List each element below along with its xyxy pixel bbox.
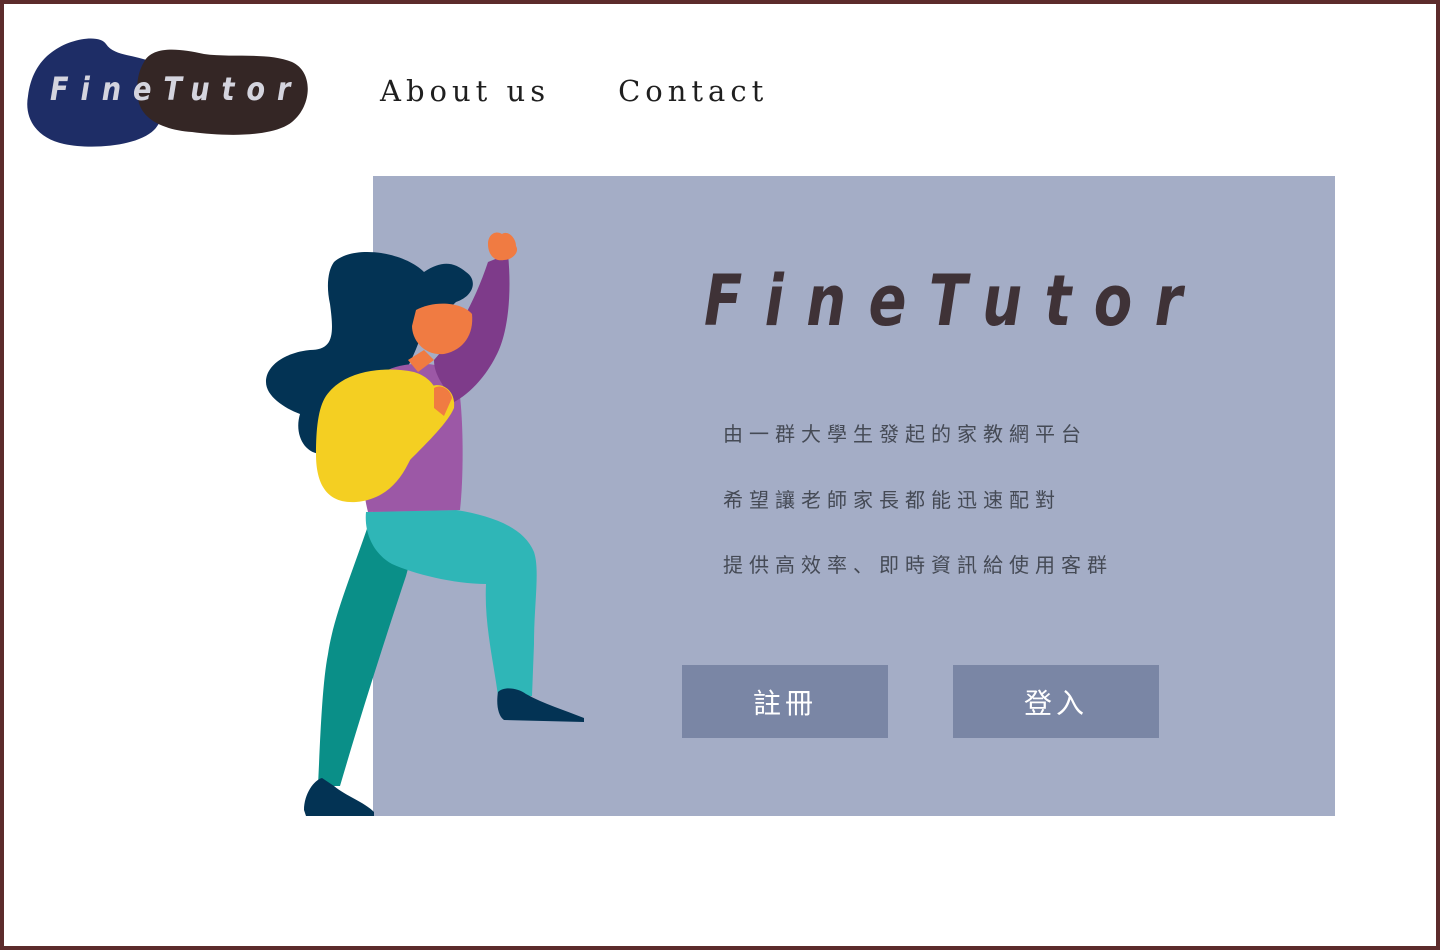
hero-title: FineTutor <box>704 260 1205 342</box>
logo-text: FineTutor <box>50 70 303 108</box>
register-button[interactable]: 註冊 <box>682 665 888 738</box>
nav-contact[interactable]: Contact <box>618 74 768 108</box>
page-frame: FineTutor About us Contact FineTutor 由一群… <box>0 0 1440 950</box>
nav-about-us[interactable]: About us <box>380 74 550 108</box>
login-button[interactable]: 登入 <box>953 665 1159 738</box>
hero-description-line-3: 提供高效率、即時資訊給使用客群 <box>723 553 1113 577</box>
brand-logo[interactable]: FineTutor <box>22 34 314 152</box>
hiker-illustration-icon <box>266 232 584 816</box>
hero-description-line-1: 由一群大學生發起的家教網平台 <box>723 422 1087 446</box>
hero-description-line-2: 希望讓老師家長都能迅速配對 <box>723 488 1061 512</box>
main-nav: About us Contact <box>380 74 768 108</box>
